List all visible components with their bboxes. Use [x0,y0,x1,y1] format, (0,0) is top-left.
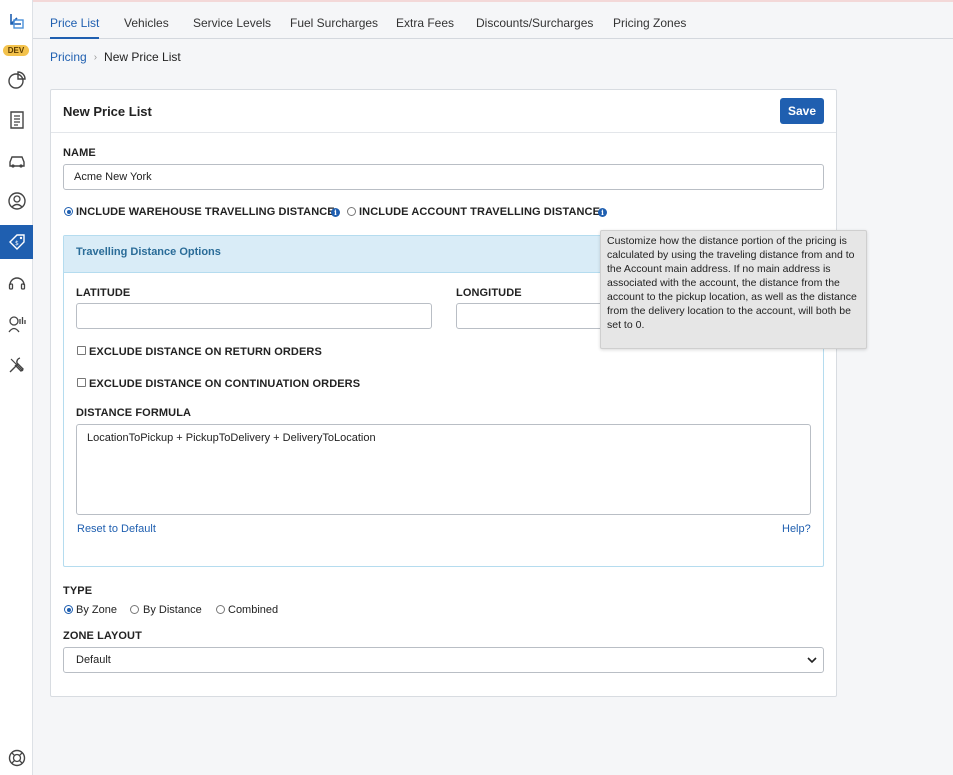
breadcrumb-pricing-link[interactable]: Pricing [50,50,87,64]
tab-pricing-zones[interactable]: Pricing Zones [613,2,686,39]
car-icon[interactable] [0,144,33,178]
account-distance-tooltip: Customize how the distance portion of th… [600,230,867,349]
form-title: New Price List [63,104,152,119]
zone-layout-value: Default [76,654,111,666]
save-button[interactable]: Save [780,98,824,124]
help-link[interactable]: Help? [782,523,811,535]
tab-bar: Price List Vehicles Service Levels Fuel … [33,2,953,39]
latitude-input[interactable] [76,303,432,329]
env-badge: DEV [3,45,29,56]
chevron-down-icon [807,657,817,664]
chevron-right-icon: › [93,51,98,63]
longitude-label: LONGITUDE [456,287,522,299]
exclude-continuation-checkbox[interactable] [77,378,86,387]
tab-extra-fees[interactable]: Extra Fees [396,2,454,39]
exclude-return-label: EXCLUDE DISTANCE ON RETURN ORDERS [89,346,322,358]
price-tag-icon[interactable]: $ [0,225,33,259]
name-input[interactable]: Acme New York [63,164,824,190]
sidebar: DEV $ [0,0,33,775]
options-panel-title: Travelling Distance Options [76,246,221,258]
account-distance-label: INCLUDE ACCOUNT TRAVELLING DISTANCE [359,206,601,218]
lifebuoy-icon[interactable] [0,741,33,775]
type-by-distance-radio[interactable] [130,605,139,614]
breadcrumb-current: New Price List [104,50,181,64]
tab-service-levels[interactable]: Service Levels [193,2,271,39]
tab-discounts-surcharges[interactable]: Discounts/Surcharges [476,2,593,39]
exclude-continuation-label: EXCLUDE DISTANCE ON CONTINUATION ORDERS [89,378,361,390]
type-by-zone-label: By Zone [76,604,117,616]
distance-formula-textarea[interactable]: LocationToPickup + PickupToDelivery + De… [76,424,811,515]
warehouse-distance-label: INCLUDE WAREHOUSE TRAVELLING DISTANCE [76,206,335,218]
latitude-label: LATITUDE [76,287,131,299]
name-label: NAME [63,147,96,159]
chart-person-icon[interactable] [0,307,33,341]
zone-layout-label: ZONE LAYOUT [63,630,142,642]
zone-layout-select[interactable]: Default [63,647,824,673]
type-by-distance-label: By Distance [143,604,202,616]
price-list-form-card: New Price List Save NAME Acme New York I… [50,89,837,697]
info-icon[interactable]: i [331,208,340,217]
tab-price-list[interactable]: Price List [50,2,100,39]
breadcrumb: Pricing › New Price List [50,50,181,64]
receipt-icon[interactable] [0,103,33,137]
svg-text:$: $ [15,240,19,247]
type-combined-radio[interactable] [216,605,225,614]
user-circle-icon[interactable] [0,184,33,218]
reset-to-default-link[interactable]: Reset to Default [77,523,156,535]
tab-fuel-surcharges[interactable]: Fuel Surcharges [290,2,378,39]
exclude-return-checkbox[interactable] [77,346,86,355]
tools-icon[interactable] [0,348,33,382]
warehouse-distance-radio[interactable] [64,207,73,216]
tab-vehicles[interactable]: Vehicles [124,2,169,39]
distance-formula-label: DISTANCE FORMULA [76,407,192,419]
type-combined-label: Combined [228,604,279,616]
card-divider [51,132,836,133]
app-logo-icon[interactable] [0,4,33,38]
info-icon[interactable]: i [598,208,607,217]
analytics-pie-icon[interactable] [0,63,33,97]
type-by-zone-radio[interactable] [64,605,73,614]
headset-icon[interactable] [0,266,33,300]
account-distance-radio[interactable] [347,207,356,216]
type-label: TYPE [63,585,93,597]
